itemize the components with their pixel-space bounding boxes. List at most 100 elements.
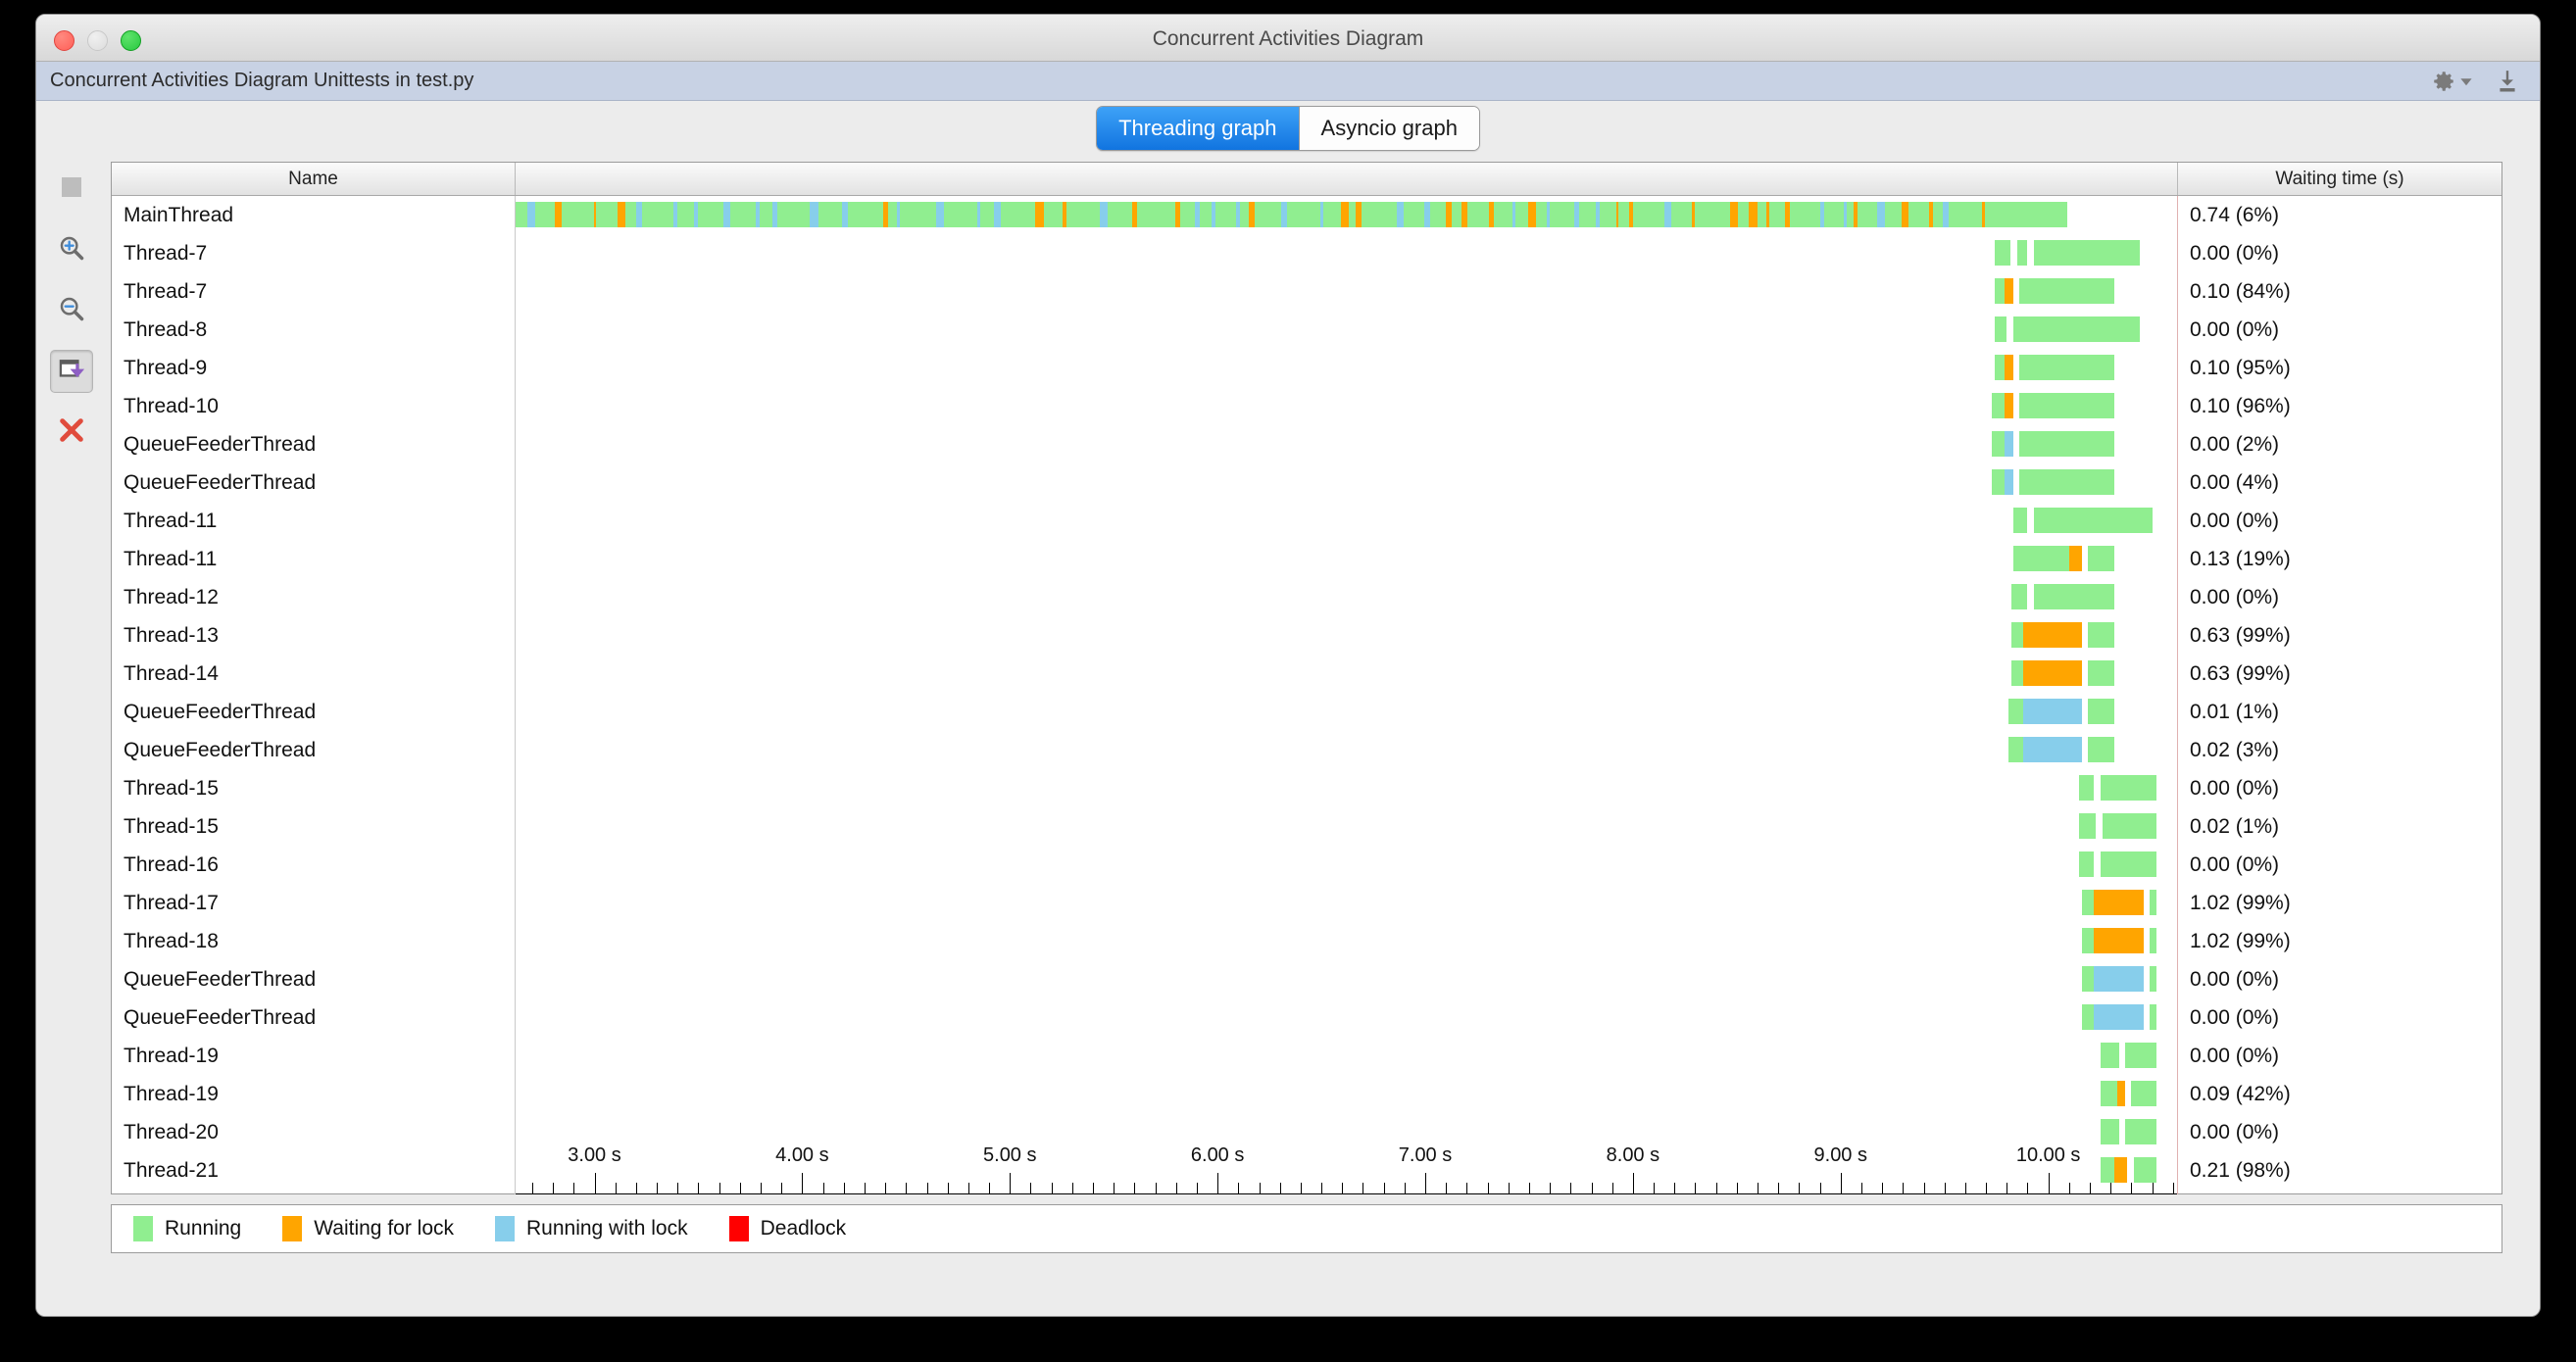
- table-row[interactable]: Thread-15: [112, 807, 515, 846]
- table-row[interactable]: Thread-20: [112, 1113, 515, 1151]
- timeline-stripe: [935, 202, 944, 227]
- axis-minor-tick: [1196, 1183, 1198, 1194]
- timeline-segment-running: [2012, 316, 2140, 342]
- tab-threading-graph[interactable]: Threading graph: [1097, 107, 1300, 150]
- timeline-lane[interactable]: [516, 502, 2177, 540]
- waiting-time-cell: 0.21 (98%): [2190, 1158, 2291, 1182]
- timeline-lane[interactable]: [516, 540, 2177, 578]
- axis-minor-tick: [635, 1183, 637, 1194]
- timeline-lane[interactable]: [516, 234, 2177, 272]
- table-row[interactable]: Thread-7: [112, 272, 515, 311]
- fit-to-window-button[interactable]: [50, 350, 93, 393]
- timeline-lane[interactable]: [516, 731, 2177, 769]
- table-row[interactable]: Thread-11: [112, 540, 515, 578]
- timeline-stripe: [1819, 202, 1824, 227]
- waiting-time-cell: 0.00 (4%): [2190, 470, 2280, 494]
- timeline-lane[interactable]: [516, 196, 2177, 234]
- timeline-segment-running: [2079, 775, 2095, 801]
- table-row[interactable]: Thread-10: [112, 387, 515, 425]
- timeline-lane[interactable]: [516, 922, 2177, 960]
- timeline-lane[interactable]: [516, 311, 2177, 349]
- timeline-stripe: [1248, 202, 1256, 227]
- table-row[interactable]: MainThread: [112, 196, 515, 234]
- axis-minor-tick: [1051, 1183, 1053, 1194]
- timeline-lane[interactable]: [516, 807, 2177, 846]
- table-row[interactable]: QueueFeederThread: [112, 425, 515, 463]
- table-row[interactable]: QueueFeederThread: [112, 960, 515, 998]
- timeline-lane[interactable]: [516, 998, 2177, 1037]
- stop-button[interactable]: [50, 168, 93, 211]
- timeline-lane[interactable]: [516, 349, 2177, 387]
- table-row[interactable]: Thread-19: [112, 1075, 515, 1113]
- axis-minor-tick: [1155, 1183, 1157, 1194]
- zoom-in-button[interactable]: [50, 228, 93, 271]
- table-row[interactable]: Thread-7: [112, 234, 515, 272]
- timeline-lane[interactable]: [516, 960, 2177, 998]
- axis-tick-label: 6.00 s: [1190, 1144, 1245, 1166]
- waiting-time-cell: 0.00 (0%): [2190, 1120, 2280, 1143]
- gear-dropdown-icon[interactable]: [2431, 69, 2473, 94]
- table-row[interactable]: Thread-9: [112, 349, 515, 387]
- axis-tick-label: 10.00 s: [2015, 1144, 2081, 1166]
- timeline-stripe: [842, 202, 849, 227]
- timeline-column[interactable]: 3.00 s 4.00 s 5.00 s 6.00 s 7.00 s 8.00 s 9.00…: [516, 196, 2178, 1194]
- table-row[interactable]: Thread-21: [112, 1151, 515, 1190]
- axis-minor-tick: [906, 1183, 908, 1194]
- waiting-time-column: 0.74 (6%) 0.00 (0%) 0.10 (84%) 0.00 (0%) 0.1…: [2178, 196, 2502, 1194]
- timeline-lane[interactable]: [516, 578, 2177, 616]
- column-header-name[interactable]: Name: [112, 163, 516, 195]
- table-row[interactable]: Thread-18: [112, 922, 515, 960]
- timeline-stripe: [1982, 202, 1986, 227]
- timeline-stripe: [1175, 202, 1181, 227]
- timeline-stripe: [993, 202, 1001, 227]
- table-row[interactable]: Thread-12: [112, 578, 515, 616]
- timeline-lane[interactable]: [516, 387, 2177, 425]
- waiting-time-cell: 0.74 (6%): [2190, 203, 2280, 226]
- table-row[interactable]: Thread-11: [112, 502, 515, 540]
- timeline-lane[interactable]: [516, 884, 2177, 922]
- table-row[interactable]: Thread-16: [112, 846, 515, 884]
- column-header-graph[interactable]: [516, 163, 2178, 195]
- table-row[interactable]: QueueFeederThread: [112, 998, 515, 1037]
- axis-major-tick: [1010, 1173, 1012, 1194]
- timeline-lane[interactable]: [516, 272, 2177, 311]
- timeline-lane[interactable]: [516, 463, 2177, 502]
- axis-tick-label: 8.00 s: [1606, 1144, 1660, 1166]
- timeline-segment-running: [2102, 813, 2156, 839]
- tool-rail: [36, 156, 107, 1194]
- table-row[interactable]: QueueFeederThread: [112, 463, 515, 502]
- table-row[interactable]: Thread-8: [112, 311, 515, 349]
- legend-label: Deadlock: [760, 1217, 847, 1240]
- tab-asyncio-graph[interactable]: Asyncio graph: [1299, 107, 1479, 150]
- zoom-out-button[interactable]: [50, 289, 93, 332]
- timeline-lane[interactable]: [516, 693, 2177, 731]
- timeline-lane[interactable]: [516, 655, 2177, 693]
- timeline-segment-waiting-for-lock: [2005, 355, 2013, 380]
- timeline-lane[interactable]: [516, 425, 2177, 463]
- axis-major-tick: [1632, 1173, 1634, 1194]
- timeline-lane[interactable]: [516, 769, 2177, 807]
- timeline-segment-running: [2018, 431, 2115, 457]
- waiting-time-cell: 0.00 (2%): [2190, 432, 2280, 456]
- table-row[interactable]: Thread-19: [112, 1037, 515, 1075]
- table-row[interactable]: QueueFeederThread: [112, 693, 515, 731]
- table-row[interactable]: Thread-17: [112, 884, 515, 922]
- graph-tabs: Threading graph Asyncio graph: [1096, 106, 1480, 151]
- table-row[interactable]: Thread-15: [112, 769, 515, 807]
- table-row[interactable]: Thread-13: [112, 616, 515, 655]
- export-download-icon[interactable]: [2495, 69, 2520, 94]
- close-diagram-button[interactable]: [50, 411, 93, 454]
- timeline-stripe: [896, 202, 901, 227]
- timeline-lane[interactable]: [516, 1075, 2177, 1113]
- legend-swatch: [282, 1216, 303, 1241]
- waiting-time-cell: 0.10 (84%): [2190, 279, 2291, 303]
- legend-item: Running with lock: [495, 1216, 688, 1241]
- column-header-waiting-time[interactable]: Waiting time (s): [2178, 163, 2502, 195]
- table-row[interactable]: QueueFeederThread: [112, 731, 515, 769]
- timeline-lane[interactable]: [516, 616, 2177, 655]
- timeline-lane[interactable]: [516, 846, 2177, 884]
- timeline-segment-waiting-for-lock: [2005, 393, 2013, 418]
- table-row[interactable]: Thread-14: [112, 655, 515, 693]
- timeline-lane[interactable]: [516, 1037, 2177, 1075]
- timeline-segment-running: [2033, 240, 2140, 266]
